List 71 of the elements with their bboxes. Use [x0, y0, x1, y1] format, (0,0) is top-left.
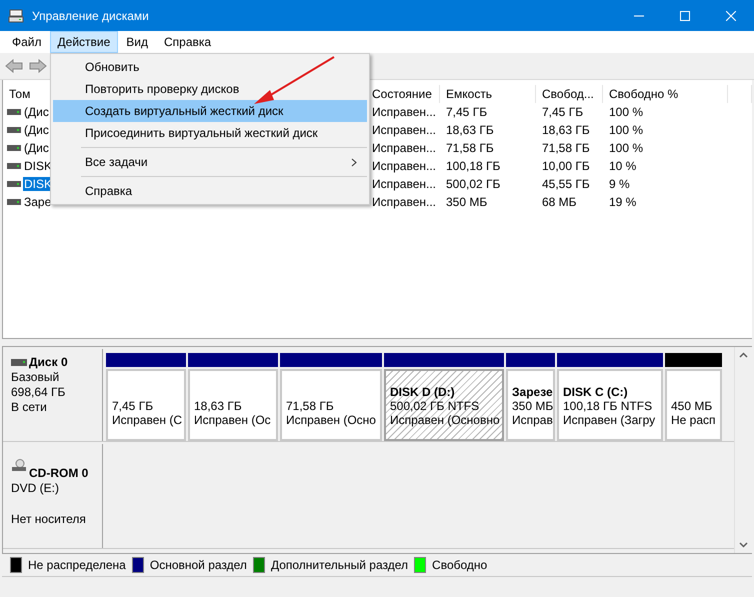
table-cell-text: 19 % [608, 194, 638, 211]
table-cell-text: Исправен... [371, 176, 438, 193]
table-cell-text: 100 % [608, 104, 644, 121]
disk-name[interactable]: Диск 0 [29, 355, 68, 369]
table-cell-text: 10,00 ГБ [541, 158, 591, 175]
table-cell-text: 100 % [608, 140, 644, 157]
disk-info: 698,64 ГБ [11, 385, 66, 399]
forward-icon[interactable] [28, 57, 48, 75]
drive-icon [7, 145, 21, 151]
disk-info: Базовый [11, 370, 60, 384]
table-cell-text: 350 МБ [445, 194, 488, 211]
menu-item[interactable]: Действие [50, 31, 118, 53]
table-cell-text: 9 % [608, 176, 631, 193]
partition-block[interactable]: DISK D (D:) 500,02 ГБ NTFS Исправен (Основно [384, 369, 504, 441]
close-icon[interactable] [726, 10, 736, 20]
disk-info: Нет носителя [11, 512, 87, 526]
drive-icon [7, 163, 21, 169]
menu-entry[interactable]: Справка [53, 180, 367, 202]
table-cell-text: 71,58 ГБ [445, 140, 495, 157]
table-cell[interactable]: (Дис [23, 105, 50, 119]
table-cell-text: 7,45 ГБ [445, 104, 488, 121]
table-cell-text: Исправен... [371, 194, 438, 211]
window-title: Управление дисками [32, 8, 150, 22]
partition-block[interactable]: DISK C (C:) 100,18 ГБ NTFS Исправен (Загру [557, 369, 663, 441]
table-cell-text: Исправен... [371, 158, 438, 175]
disk-info: В сети [11, 400, 48, 414]
menu-entry[interactable]: Создать виртуальный жесткий диск [53, 100, 367, 122]
table-cell-text: 100 % [608, 122, 644, 139]
table-cell[interactable]: (Дис [23, 141, 50, 155]
menu-item[interactable]: Справка [156, 31, 220, 53]
table-cell-text: Исправен... [371, 122, 438, 139]
table-cell-text: 68 МБ [541, 194, 578, 211]
menu-item[interactable]: Файл [4, 31, 50, 53]
table-cell[interactable]: DISK [23, 159, 54, 173]
partition-block[interactable]: 7,45 ГБ Исправен (С [106, 369, 186, 441]
table-cell-text: 500,02 ГБ [445, 176, 502, 193]
legend-label: Основной раздел [150, 558, 247, 572]
table-cell-text: 18,63 ГБ [541, 122, 591, 139]
legend-label: Свободно [432, 558, 488, 572]
menu-item[interactable]: Вид [118, 31, 156, 53]
splitter[interactable] [2, 338, 752, 347]
legend-label: Не распределена [28, 558, 126, 572]
table-cell-text: 45,55 ГБ [541, 176, 591, 193]
table-cell-text: 71,58 ГБ [541, 140, 591, 157]
partition-block[interactable]: Зарезе 350 МБ Исправ [506, 369, 555, 441]
disk-name[interactable]: CD-ROM 0 [29, 466, 88, 480]
partition-block[interactable]: 450 МБ Не расп [665, 369, 722, 441]
table-cell-text: 10 % [608, 158, 638, 175]
table-cell[interactable]: Заре [23, 195, 52, 209]
app-icon [8, 8, 24, 24]
disk-info: DVD (E:) [11, 481, 60, 495]
chevron-icon [351, 158, 357, 166]
cd-drive-icon [11, 459, 27, 471]
menu-entry[interactable]: Обновить [53, 56, 367, 78]
drive-icon [7, 127, 21, 133]
drive-icon [7, 199, 21, 205]
back-icon[interactable] [4, 57, 24, 75]
table-cell-text: Исправен... [371, 140, 438, 157]
table-cell-text: Исправен... [371, 104, 438, 121]
legend-label: Дополнительный раздел [270, 558, 408, 572]
menu-entry[interactable]: Повторить проверку дисков [53, 78, 367, 100]
partition-block[interactable]: 18,63 ГБ Исправен (Ос [188, 369, 278, 441]
partition-block[interactable]: 71,58 ГБ Исправен (Осно [280, 369, 382, 441]
drive-icon [11, 358, 27, 366]
table-cell-text: 100,18 ГБ [445, 158, 502, 175]
maximize-icon[interactable] [680, 10, 690, 20]
table-cell-text: 7,45 ГБ [541, 104, 584, 121]
table-cell-text: 18,63 ГБ [445, 122, 495, 139]
drive-icon [7, 109, 21, 115]
drive-icon [7, 181, 21, 187]
table-cell[interactable]: (Дис [23, 123, 50, 137]
